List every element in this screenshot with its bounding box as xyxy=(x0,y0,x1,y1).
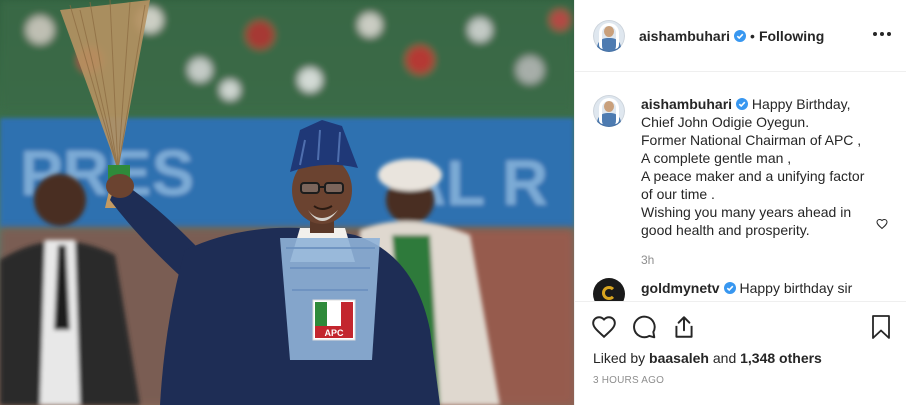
following-button[interactable]: Following xyxy=(759,28,824,44)
author-avatar[interactable] xyxy=(593,19,625,52)
comment-body: Happy birthday sir xyxy=(739,280,853,296)
comment-text: goldmynetv Happy birthday sir xyxy=(641,279,881,297)
caption-line: good health and prosperity. xyxy=(641,222,810,238)
like-icon[interactable] xyxy=(591,314,617,340)
caption-line: A peace maker and a unifying factor xyxy=(641,168,865,184)
verified-badge-icon xyxy=(723,282,736,294)
post-image[interactable]: PRES AL R APC xyxy=(0,0,574,405)
commenter-username[interactable]: goldmynetv xyxy=(641,280,720,296)
likes-and: and xyxy=(712,350,737,366)
share-icon[interactable] xyxy=(671,314,697,340)
post-header: aishambuhari • Following xyxy=(575,0,906,72)
caption-line: Wishing you many years ahead in xyxy=(641,204,852,220)
post-timestamp[interactable]: 3 HOURS AGO xyxy=(593,375,664,386)
caption-line: A complete gentle man , xyxy=(641,150,792,166)
separator-dot: • xyxy=(750,27,755,44)
liked-by-user-link[interactable]: baasaleh xyxy=(649,350,709,366)
svg-text:APC: APC xyxy=(324,328,344,338)
author-username[interactable]: aishambuhari xyxy=(639,28,730,44)
verified-badge-icon xyxy=(734,29,747,42)
bookmark-icon[interactable] xyxy=(869,314,893,340)
comment-item: goldmynetv Happy birthday sir xyxy=(593,278,891,301)
verified-badge-icon xyxy=(736,98,749,110)
post-side-panel: aishambuhari • Following aishambuhari Ha… xyxy=(574,0,906,405)
caption-username[interactable]: aishambuhari xyxy=(641,96,732,112)
caption-line: Chief John Odigie Oyegun. xyxy=(641,114,810,130)
comment-icon[interactable] xyxy=(631,314,657,340)
commenter-avatar[interactable] xyxy=(593,278,625,301)
caption-text: aishambuhari Happy Birthday, Chief John … xyxy=(641,95,881,239)
post-caption: aishambuhari Happy Birthday, Chief John … xyxy=(593,95,891,239)
likes-others-link[interactable]: 1,348 others xyxy=(740,350,822,366)
caption-line: Former National Chairman of APC , xyxy=(641,132,862,148)
more-options-icon[interactable] xyxy=(873,24,891,44)
post-actions: Liked by baasaleh and 1,348 others 3 HOU… xyxy=(575,301,906,405)
caption-timestamp[interactable]: 3h xyxy=(641,253,891,267)
caption-line: Happy Birthday, xyxy=(751,96,851,112)
comments-section: aishambuhari Happy Birthday, Chief John … xyxy=(575,73,906,301)
likes-summary: Liked by baasaleh and 1,348 others xyxy=(593,350,822,366)
like-comment-icon[interactable] xyxy=(876,218,888,230)
post-photo-illustration: PRES AL R APC xyxy=(0,0,574,405)
caption-author-avatar[interactable] xyxy=(593,95,625,127)
caption-line: of our time . xyxy=(641,186,715,202)
likes-prefix: Liked by xyxy=(593,350,646,366)
